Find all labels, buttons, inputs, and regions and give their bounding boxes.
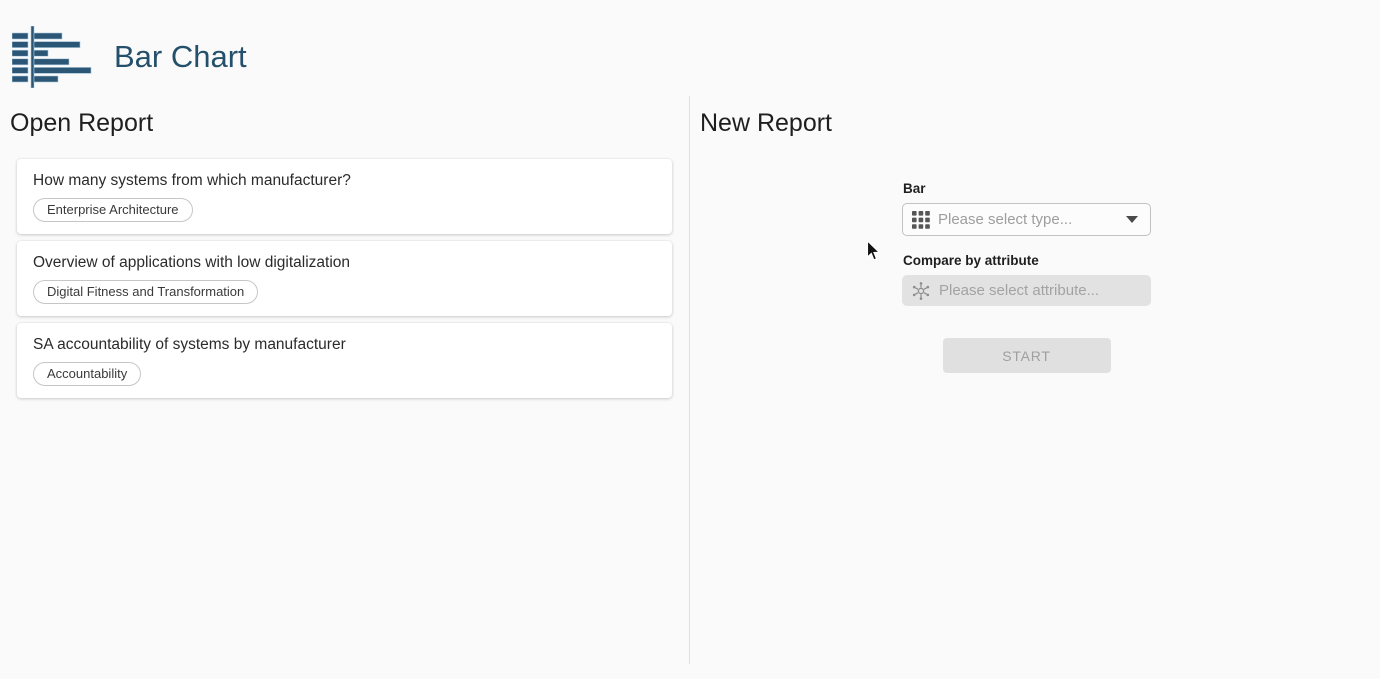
report-card[interactable]: SA accountability of systems by manufact… (17, 323, 672, 398)
main-content: Open Report How many systems from which … (0, 96, 1380, 664)
type-select[interactable]: Please select type... (902, 203, 1151, 236)
app-title: Bar Chart (114, 39, 247, 75)
attribute-field-label: Compare by attribute (903, 253, 1151, 268)
attribute-select-placeholder: Please select attribute... (939, 282, 1099, 299)
new-report-form: Bar Please select type... Compare by att… (902, 181, 1151, 373)
open-report-panel: Open Report How many systems from which … (0, 96, 690, 664)
app-header: Bar Chart (0, 0, 1380, 96)
type-field-label: Bar (903, 181, 1151, 196)
report-tag-badge: Digital Fitness and Transformation (33, 280, 258, 304)
caret-down-icon (1126, 216, 1138, 223)
report-tag-badge: Enterprise Architecture (33, 198, 193, 222)
hub-icon (911, 281, 931, 301)
type-select-placeholder: Please select type... (938, 211, 1126, 228)
report-card[interactable]: How many systems from which manufacturer… (17, 159, 672, 234)
new-report-heading: New Report (700, 108, 1380, 138)
report-list: How many systems from which manufacturer… (17, 159, 672, 398)
bar-chart-logo-icon (12, 26, 92, 88)
open-report-heading: Open Report (10, 108, 689, 138)
grid-icon (912, 211, 930, 229)
report-title: Overview of applications with low digita… (33, 253, 656, 272)
report-card[interactable]: Overview of applications with low digita… (17, 241, 672, 316)
new-report-panel: New Report Bar Please select type... Com… (690, 96, 1380, 664)
report-title: SA accountability of systems by manufact… (33, 335, 656, 354)
report-title: How many systems from which manufacturer… (33, 171, 656, 190)
report-tag-badge: Accountability (33, 362, 141, 386)
attribute-select[interactable]: Please select attribute... (902, 275, 1151, 306)
start-button[interactable]: START (943, 338, 1111, 373)
